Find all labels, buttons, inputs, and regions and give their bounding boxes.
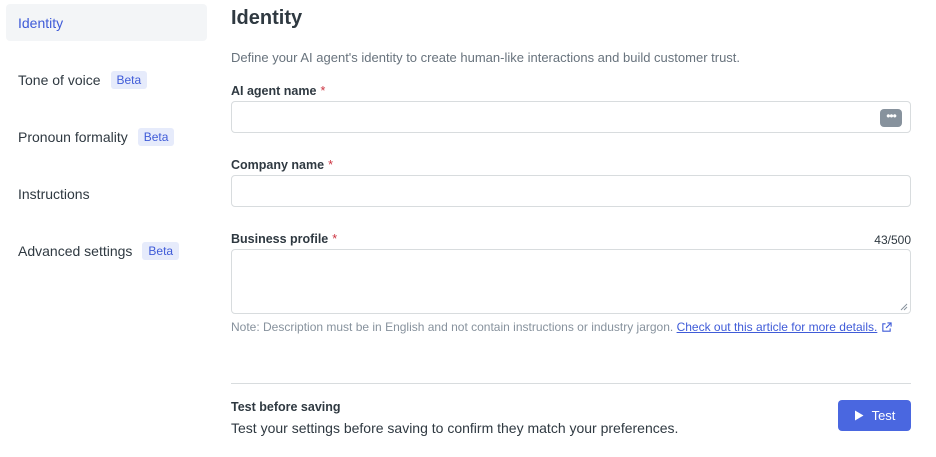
sidebar-item-label: Instructions: [18, 185, 90, 202]
beta-badge: Beta: [110, 70, 148, 89]
sidebar-item-label: Identity: [18, 14, 64, 31]
sidebar-item-tone-of-voice[interactable]: Tone of voice Beta: [6, 61, 207, 98]
agent-name-input[interactable]: •••: [231, 101, 911, 133]
ellipsis-icon[interactable]: •••: [880, 109, 902, 127]
sidebar-item-label: Tone of voice: [18, 71, 101, 88]
play-icon: [854, 410, 864, 421]
resize-handle-icon[interactable]: [900, 303, 908, 311]
company-name-label: Company name *: [231, 158, 333, 172]
character-counter: 43/500: [874, 233, 911, 247]
business-profile-label-text: Business profile: [231, 232, 329, 246]
sidebar-item-instructions[interactable]: Instructions: [6, 175, 207, 212]
note-text: Note: Description must be in English and…: [231, 320, 677, 334]
section-divider: [231, 383, 911, 384]
help-article-link[interactable]: Check out this article for more details.: [677, 320, 878, 334]
agent-name-label: AI agent name *: [231, 84, 325, 98]
test-button[interactable]: Test: [838, 400, 911, 431]
beta-badge: Beta: [137, 127, 175, 146]
sidebar-item-identity[interactable]: Identity: [6, 4, 207, 41]
sidebar-item-pronoun-formality[interactable]: Pronoun formality Beta: [6, 118, 207, 155]
test-section-title: Test before saving: [231, 400, 341, 414]
required-mark: *: [320, 84, 326, 98]
agent-name-label-text: AI agent name: [231, 84, 317, 98]
beta-badge: Beta: [142, 241, 180, 260]
sidebar-item-advanced-settings[interactable]: Advanced settings Beta: [6, 232, 207, 269]
settings-sidebar: Identity Tone of voice Beta Pronoun form…: [6, 4, 207, 289]
external-link-icon: [882, 322, 892, 332]
sidebar-item-label: Advanced settings: [18, 242, 133, 259]
business-profile-textarea[interactable]: [231, 249, 911, 314]
sidebar-item-label: Pronoun formality: [18, 128, 128, 145]
test-button-label: Test: [871, 408, 896, 423]
test-section-description: Test your settings before saving to conf…: [231, 420, 679, 436]
required-mark: *: [332, 232, 338, 246]
page-description: Define your AI agent's identity to creat…: [231, 50, 741, 65]
required-mark: *: [328, 158, 333, 172]
description-note: Note: Description must be in English and…: [231, 319, 911, 335]
company-name-label-text: Company name: [231, 158, 325, 172]
company-name-input[interactable]: [231, 175, 911, 207]
business-profile-label: Business profile *: [231, 232, 337, 246]
page-title: Identity: [231, 7, 303, 29]
